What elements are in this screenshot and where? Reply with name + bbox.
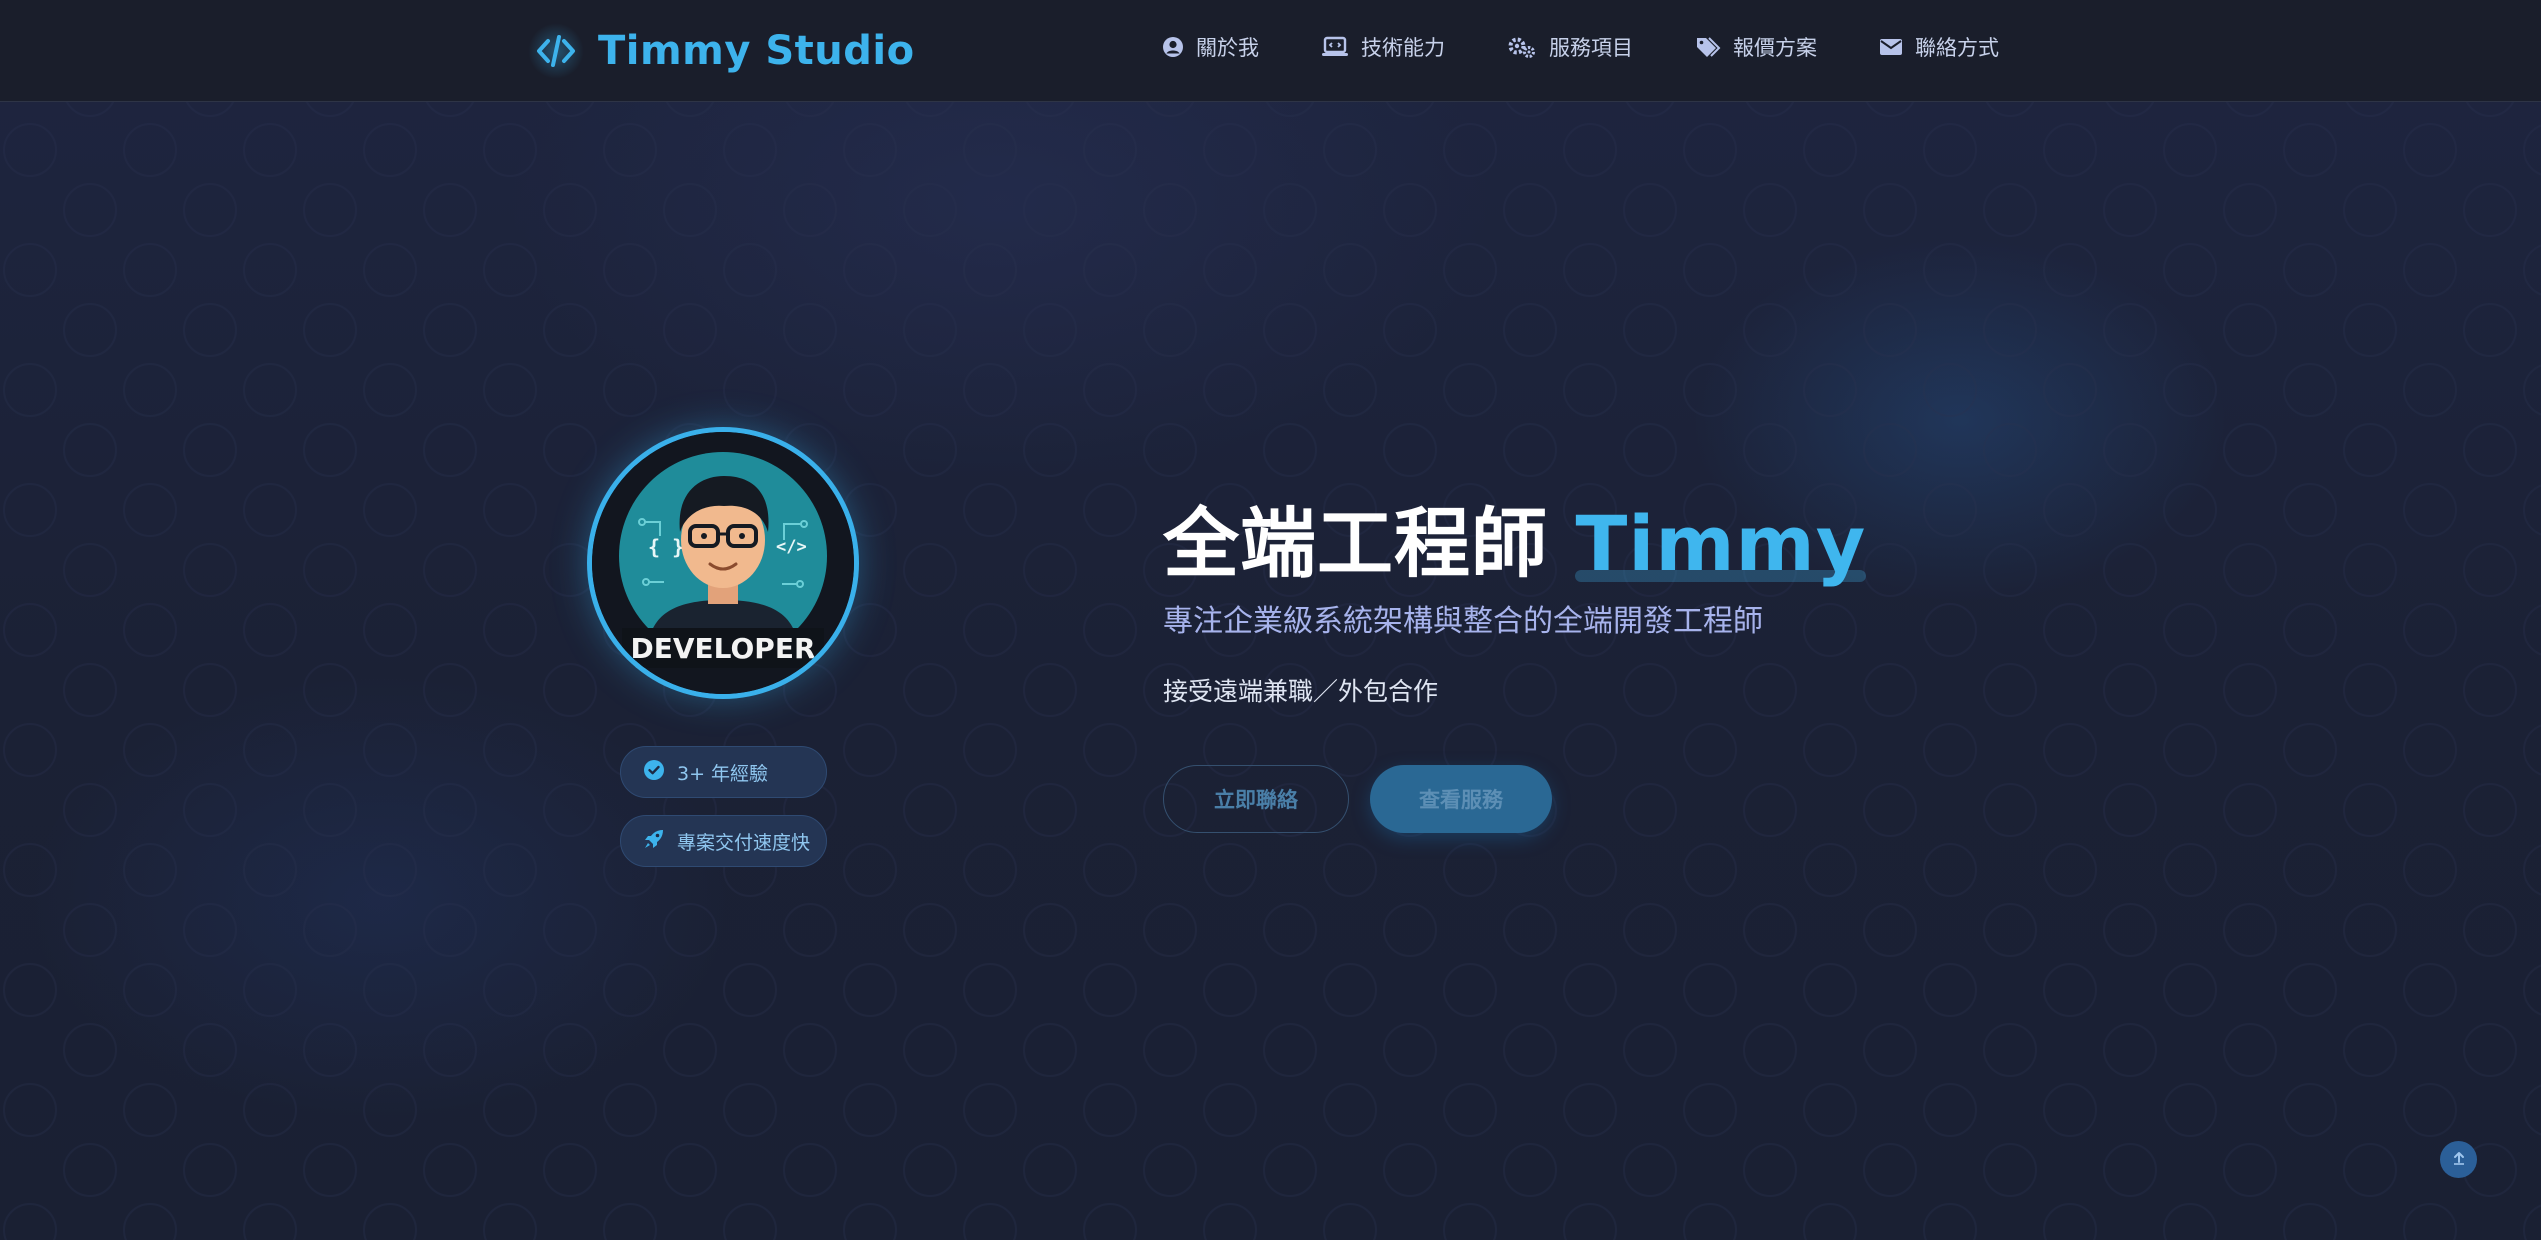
nav-item-label: 報價方案 — [1733, 36, 1817, 60]
top-navbar: Timmy Studio 關於我 技術能力 服務項目 報價方案 聯絡方式 — [0, 0, 2541, 102]
envelope-icon — [1879, 37, 1903, 57]
view-services-button[interactable]: 查看服務 — [1370, 765, 1552, 833]
nav-item-label: 聯絡方式 — [1915, 36, 1999, 60]
hero-subtitle: 專注企業級系統架構與整合的全端開發工程師 — [1163, 604, 1763, 639]
nav-item-pricing[interactable]: 報價方案 — [1695, 32, 1817, 62]
arrow-up-icon — [2451, 1150, 2467, 1170]
nav-item-about[interactable]: 關於我 — [1162, 32, 1259, 62]
rocket-icon — [643, 828, 665, 855]
tags-icon — [1695, 36, 1721, 58]
nav-item-skills[interactable]: 技術能力 — [1321, 32, 1445, 62]
brand-name: Timmy Studio — [598, 28, 915, 74]
hero-title: 全端工程師 Timmy — [1163, 482, 1866, 592]
badge-label: 專案交付速度快 — [677, 831, 811, 854]
nav-item-label: 服務項目 — [1549, 36, 1633, 60]
check-circle-icon — [643, 759, 665, 786]
nav-item-label: 關於我 — [1196, 36, 1259, 60]
code-icon — [528, 23, 584, 79]
svg-text:</>: </> — [776, 537, 807, 557]
experience-badge: 3+ 年經驗 — [620, 746, 827, 798]
user-circle-icon — [1162, 36, 1184, 58]
nav-item-services[interactable]: 服務項目 — [1507, 32, 1633, 62]
hero-title-name: Timmy — [1575, 499, 1867, 588]
nav-item-label: 技術能力 — [1361, 36, 1445, 60]
avatar: { } </> DEVELOPER — [592, 432, 854, 694]
nav-item-contact[interactable]: 聯絡方式 — [1879, 32, 1999, 62]
gears-icon — [1507, 35, 1537, 59]
back-to-top-button[interactable] — [2440, 1141, 2477, 1178]
main-nav: 關於我 技術能力 服務項目 報價方案 聯絡方式 — [1162, 32, 1999, 62]
hero-availability-note: 接受遠端兼職／外包合作 — [1163, 677, 1439, 706]
svg-text:{ }: { } — [648, 535, 684, 559]
contact-now-button[interactable]: 立即聯絡 — [1163, 765, 1349, 833]
hero-title-prefix: 全端工程師 — [1163, 499, 1548, 588]
brand-logo[interactable]: Timmy Studio — [528, 18, 915, 84]
badge-label: 3+ 年經驗 — [677, 762, 769, 785]
avatar-caption: DEVELOPER — [630, 632, 815, 665]
delivery-badge: 專案交付速度快 — [620, 815, 827, 867]
laptop-code-icon — [1321, 36, 1349, 58]
